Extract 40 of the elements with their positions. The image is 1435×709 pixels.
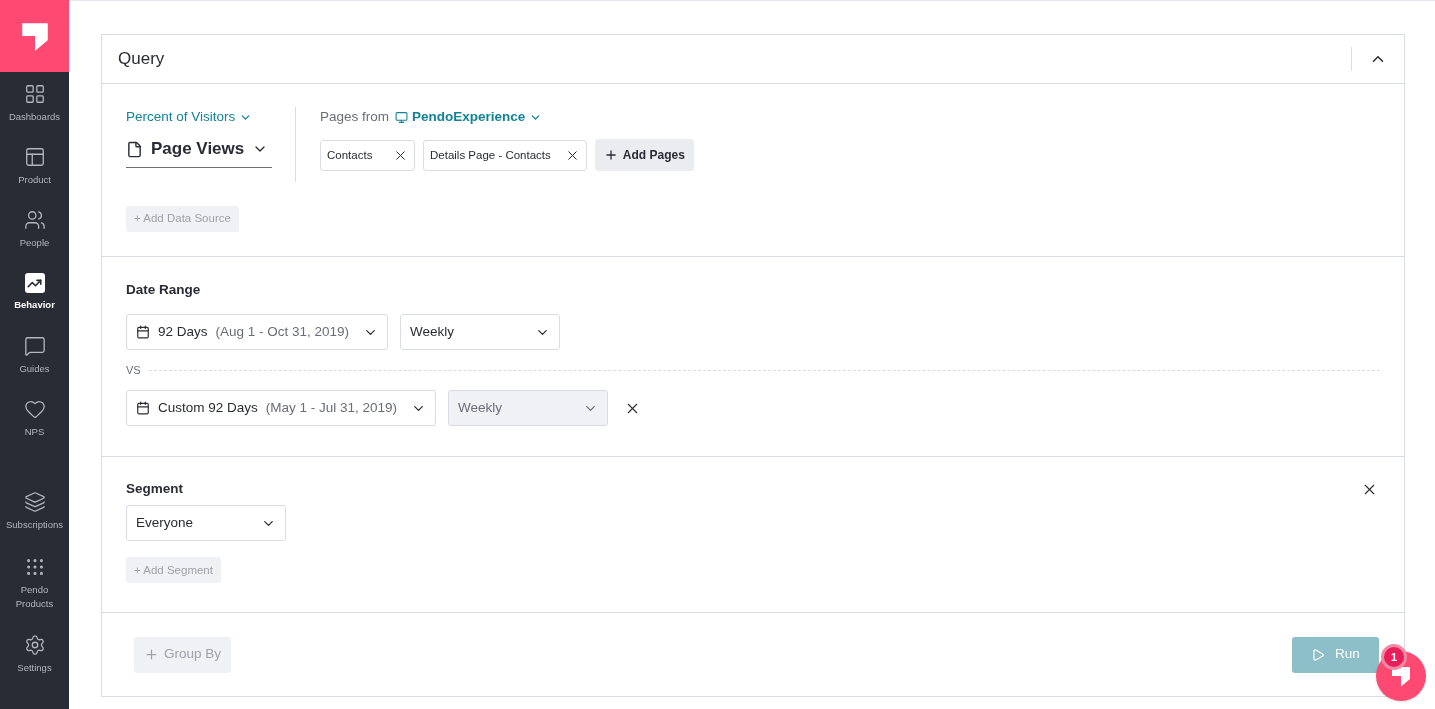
document-icon [126, 140, 143, 158]
calendar-icon [136, 325, 150, 340]
date-range-dropdown[interactable]: 92 Days (Aug 1 - Oct 31, 2019) [126, 314, 389, 351]
sidebar-item[interactable]: People [0, 198, 69, 261]
settings-icon [23, 634, 46, 656]
metric-dropdown[interactable]: Percent of Visitors [126, 107, 253, 128]
trend-chart-icon [24, 273, 45, 293]
page-chip-label: Contacts [327, 147, 374, 163]
vs-label: VS [126, 363, 141, 378]
speech-bubble-icon [23, 335, 46, 357]
panel-title: Query [118, 48, 166, 71]
sidebar-item[interactable]: Settings [0, 623, 69, 686]
segment-dropdown[interactable]: Everyone [126, 505, 286, 542]
source-dropdown[interactable]: Page Views [126, 136, 272, 168]
layers-icon [23, 491, 46, 513]
sidebar-item[interactable]: Product [0, 135, 69, 198]
sidebar-item[interactable]: Guides [0, 324, 69, 387]
grid-icon [23, 83, 46, 105]
pages-from-label: Pages from [320, 108, 390, 126]
sidebar-item[interactable]: Subscriptions [0, 480, 69, 543]
calendar-icon [136, 401, 150, 416]
logo-tile[interactable] [0, 0, 69, 72]
play-icon [1311, 647, 1326, 662]
plus-icon [603, 148, 618, 163]
app-dropdown[interactable]: PendoExperience [395, 107, 543, 128]
section-title: Date Range [126, 281, 202, 299]
add-pages-button[interactable]: Add Pages [594, 139, 694, 172]
layout-icon [23, 146, 46, 168]
sidebar-item[interactable]: Dashboards [0, 72, 69, 135]
sidebar-item[interactable]: NPS [0, 387, 69, 450]
people-icon [23, 209, 46, 231]
interval-dropdown[interactable]: Weekly [400, 314, 561, 351]
monitor-icon [395, 110, 409, 124]
sidebar-item[interactable]: Behavior [0, 261, 69, 324]
plus-icon [144, 647, 159, 662]
heart-icon [23, 398, 46, 420]
page-chip-label: Details Page - Contacts [430, 147, 551, 163]
sidebar-item[interactable]: Pendo Products [0, 543, 69, 623]
flag-logo-icon [1389, 664, 1413, 688]
section-title: Segment [126, 480, 183, 498]
